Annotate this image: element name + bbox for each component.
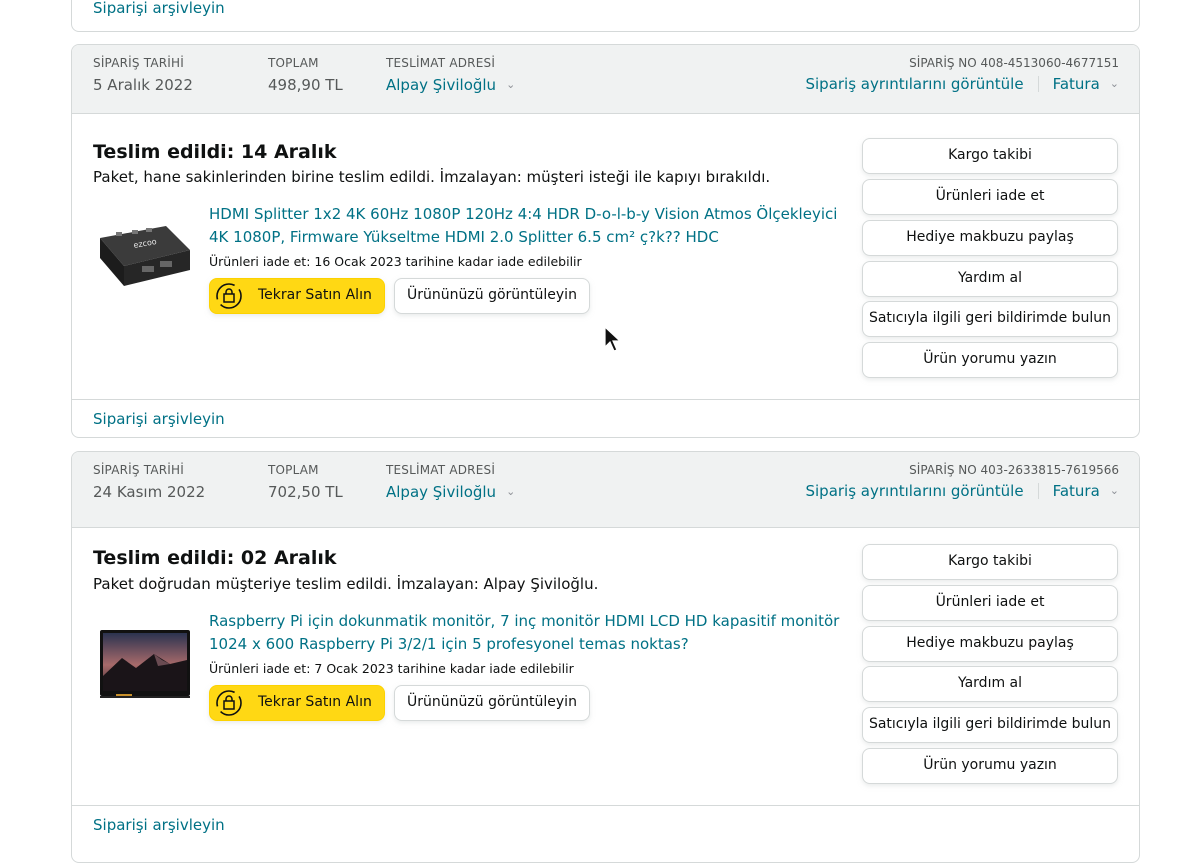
invoice-dropdown[interactable]: Fatura ⌄ xyxy=(1053,75,1119,93)
order-footer: Siparişi arşivleyin xyxy=(72,399,1139,437)
order-date-value: 5 Aralık 2022 xyxy=(93,76,193,94)
chevron-down-icon: ⌄ xyxy=(506,78,516,91)
ship-to-dropdown[interactable]: Alpay Şiviloğlu ⌄ xyxy=(386,483,515,501)
order-date-value: 24 Kasım 2022 xyxy=(93,483,206,501)
invoice-label: Fatura xyxy=(1052,482,1100,500)
invoice-dropdown[interactable]: Fatura ⌄ xyxy=(1053,482,1119,500)
chevron-down-icon: ⌄ xyxy=(506,485,516,498)
ship-to-label: TESLİMAT ADRESİ xyxy=(386,56,496,70)
order-card: SİPARİŞ TARİHİ 24 Kasım 2022 TOPLAM 702,… xyxy=(71,451,1140,863)
previous-order-card: Siparişi arşivleyin xyxy=(71,0,1140,32)
buy-again-button[interactable]: Tekrar Satın Alın xyxy=(209,278,385,314)
share-gift-receipt-button[interactable]: Hediye makbuzu paylaş xyxy=(862,220,1118,256)
total-label: TOPLAM xyxy=(268,463,319,477)
order-header: SİPARİŞ TARİHİ 24 Kasım 2022 TOPLAM 702,… xyxy=(72,452,1139,528)
seller-feedback-button[interactable]: Satıcıyla ilgili geri bildirimde bulun xyxy=(862,707,1118,743)
total-label: TOPLAM xyxy=(268,56,319,70)
view-product-button[interactable]: Ürününüzü görüntüleyin xyxy=(394,685,590,721)
order-links: Sipariş ayrıntılarını görüntüle Fatura ⌄ xyxy=(805,482,1119,500)
ship-to-dropdown[interactable]: Alpay Şiviloğlu ⌄ xyxy=(386,76,515,94)
order-links: Sipariş ayrıntılarını görüntüle Fatura ⌄ xyxy=(805,75,1119,93)
archive-order-link[interactable]: Siparişi arşivleyin xyxy=(93,0,225,17)
chevron-down-icon: ⌄ xyxy=(1109,484,1119,497)
invoice-label: Fatura xyxy=(1052,75,1100,93)
track-package-button[interactable]: Kargo takibi xyxy=(862,544,1118,580)
order-header: SİPARİŞ TARİHİ 5 Aralık 2022 TOPLAM 498,… xyxy=(72,45,1139,114)
ship-to-label: TESLİMAT ADRESİ xyxy=(386,463,496,477)
ship-to-name: Alpay Şiviloğlu xyxy=(386,76,497,94)
mouse-cursor-icon xyxy=(604,326,622,352)
write-review-button[interactable]: Ürün yorumu yazın xyxy=(862,342,1118,378)
product-title-link[interactable]: Raspberry Pi için dokunmatik monitör, 7 … xyxy=(209,610,844,656)
delivery-status-detail: Paket, hane sakinlerinden birine teslim … xyxy=(93,168,771,186)
delivery-status-detail: Paket doğrudan müşteriye teslim edildi. … xyxy=(93,575,599,593)
seller-feedback-button[interactable]: Satıcıyla ilgili geri bildirimde bulun xyxy=(862,301,1118,337)
order-date-label: SİPARİŞ TARİHİ xyxy=(93,463,184,477)
product-title-link[interactable]: HDMI Splitter 1x2 4K 60Hz 1080P 120Hz 4:… xyxy=(209,203,844,249)
get-help-button[interactable]: Yardım al xyxy=(862,261,1118,297)
write-review-button[interactable]: Ürün yorumu yazın xyxy=(862,748,1118,784)
track-package-button[interactable]: Kargo takibi xyxy=(862,138,1118,174)
get-help-button[interactable]: Yardım al xyxy=(862,666,1118,702)
order-number: SİPARİŞ NO 408-4513060-4677151 xyxy=(909,56,1119,70)
return-items-button[interactable]: Ürünleri iade et xyxy=(862,179,1118,215)
archive-order-link[interactable]: Siparişi arşivleyin xyxy=(93,816,225,834)
chevron-down-icon: ⌄ xyxy=(1109,77,1119,90)
view-order-details-link[interactable]: Sipariş ayrıntılarını görüntüle xyxy=(805,75,1023,93)
divider xyxy=(1037,483,1039,499)
delivery-status-title: Teslim edildi: 14 Aralık xyxy=(93,141,337,163)
order-date-label: SİPARİŞ TARİHİ xyxy=(93,56,184,70)
return-window-note: Ürünleri iade et: 7 Ocak 2023 tarihine k… xyxy=(209,661,574,676)
view-order-details-link[interactable]: Sipariş ayrıntılarını görüntüle xyxy=(805,482,1023,500)
share-gift-receipt-button[interactable]: Hediye makbuzu paylaş xyxy=(862,626,1118,662)
return-window-note: Ürünleri iade et: 16 Ocak 2023 tarihine … xyxy=(209,254,582,269)
product-thumbnail[interactable] xyxy=(96,624,192,704)
buy-again-icon xyxy=(216,283,242,309)
buy-again-label: Tekrar Satın Alın xyxy=(258,694,372,710)
buy-again-button[interactable]: Tekrar Satın Alın xyxy=(209,685,385,721)
product-thumbnail[interactable]: ezcoo xyxy=(96,210,192,290)
buy-again-icon xyxy=(216,690,242,716)
divider xyxy=(1037,76,1039,92)
order-number: SİPARİŞ NO 403-2633815-7619566 xyxy=(909,463,1119,477)
view-product-button[interactable]: Ürününüzü görüntüleyin xyxy=(394,278,590,314)
order-card: SİPARİŞ TARİHİ 5 Aralık 2022 TOPLAM 498,… xyxy=(71,44,1140,438)
delivery-status-title: Teslim edildi: 02 Aralık xyxy=(93,547,337,569)
total-value: 498,90 TL xyxy=(268,76,343,94)
archive-order-link[interactable]: Siparişi arşivleyin xyxy=(93,410,225,428)
order-footer: Siparişi arşivleyin xyxy=(72,805,1139,862)
total-value: 702,50 TL xyxy=(268,483,343,501)
return-items-button[interactable]: Ürünleri iade et xyxy=(862,585,1118,621)
buy-again-label: Tekrar Satın Alın xyxy=(258,287,372,303)
ship-to-name: Alpay Şiviloğlu xyxy=(386,483,497,501)
